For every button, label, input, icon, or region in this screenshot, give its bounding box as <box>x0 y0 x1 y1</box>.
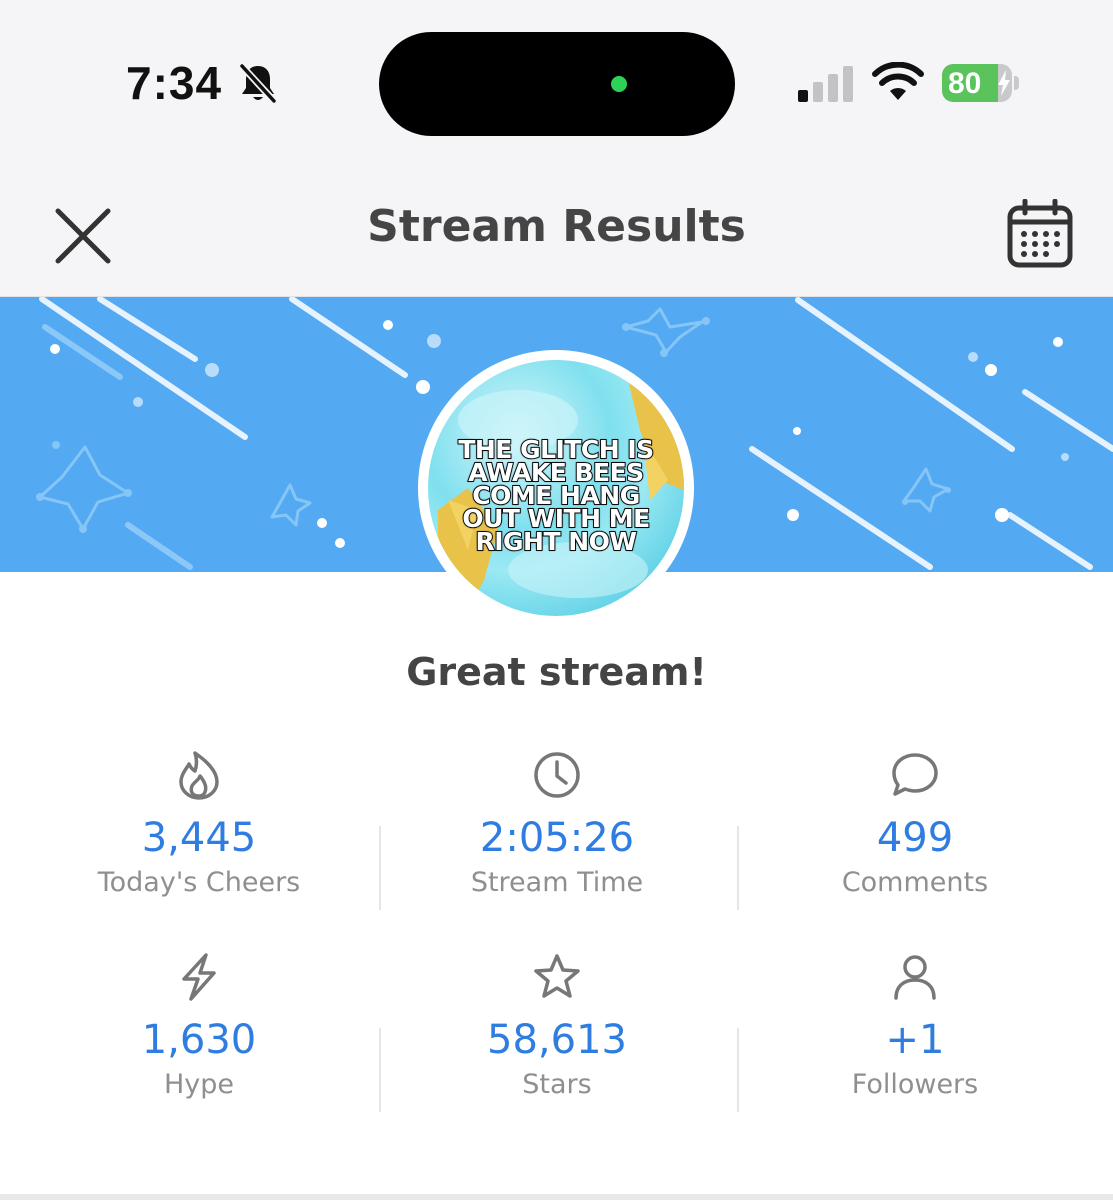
stat-label: Hype <box>163 1069 235 1100</box>
result-headline: Great stream! <box>406 650 707 694</box>
lightning-icon <box>182 953 216 1001</box>
stat-stars: 58,613 Stars <box>378 952 736 1102</box>
battery-indicator: 80 <box>942 64 1012 102</box>
stat-value: +1 <box>885 1017 945 1063</box>
stream-avatar: THE GLITCH IS AWAKE BEES COME HANG OUT W… <box>418 350 694 626</box>
silent-bell-icon <box>238 62 278 105</box>
stat-todays-cheers: 3,445 Today's Cheers <box>20 750 378 900</box>
calendar-icon <box>1007 199 1073 268</box>
star-icon <box>534 954 580 998</box>
battery-cap <box>1014 76 1019 90</box>
cellular-signal-icon <box>798 66 853 102</box>
status-bar: 7:34 80 <box>0 0 1113 165</box>
page-title: Stream Results <box>367 201 746 252</box>
stat-value: 58,613 <box>487 1017 627 1063</box>
stat-value: 2:05:26 <box>479 815 635 861</box>
avatar-image: THE GLITCH IS AWAKE BEES COME HANG OUT W… <box>428 360 684 616</box>
dynamic-island <box>379 32 735 136</box>
camera-indicator-dot <box>611 76 627 92</box>
stat-followers: +1 Followers <box>736 952 1094 1102</box>
charging-bolt-icon <box>998 70 1010 96</box>
battery-percent: 80 <box>948 67 982 100</box>
header-bar: Stream Results <box>0 165 1113 297</box>
person-icon <box>894 955 936 1000</box>
stat-label: Followers <box>851 1069 979 1100</box>
stat-label: Comments <box>841 867 989 898</box>
stat-value: 499 <box>876 815 954 861</box>
wifi-icon <box>872 62 924 100</box>
clock-icon <box>534 752 580 798</box>
bottom-separator <box>0 1194 1113 1200</box>
avatar-caption: THE GLITCH IS AWAKE BEES COME HANG OUT W… <box>428 436 684 556</box>
flame-icon <box>179 751 219 800</box>
stat-hype: 1,630 Hype <box>20 952 378 1102</box>
stat-label: Stream Time <box>470 867 644 898</box>
stat-stream-time: 2:05:26 Stream Time <box>378 750 736 900</box>
stat-label: Stars <box>522 1069 592 1100</box>
status-time: 7:34 <box>126 57 223 109</box>
stat-value: 3,445 <box>141 815 257 861</box>
calendar-button[interactable] <box>1006 199 1074 269</box>
stat-value: 1,630 <box>141 1017 257 1063</box>
comment-icon <box>892 753 938 796</box>
avatar-caption-line: RIGHT NOW <box>474 527 638 556</box>
stat-label: Today's Cheers <box>97 867 301 898</box>
stat-comments: 499 Comments <box>736 750 1094 900</box>
